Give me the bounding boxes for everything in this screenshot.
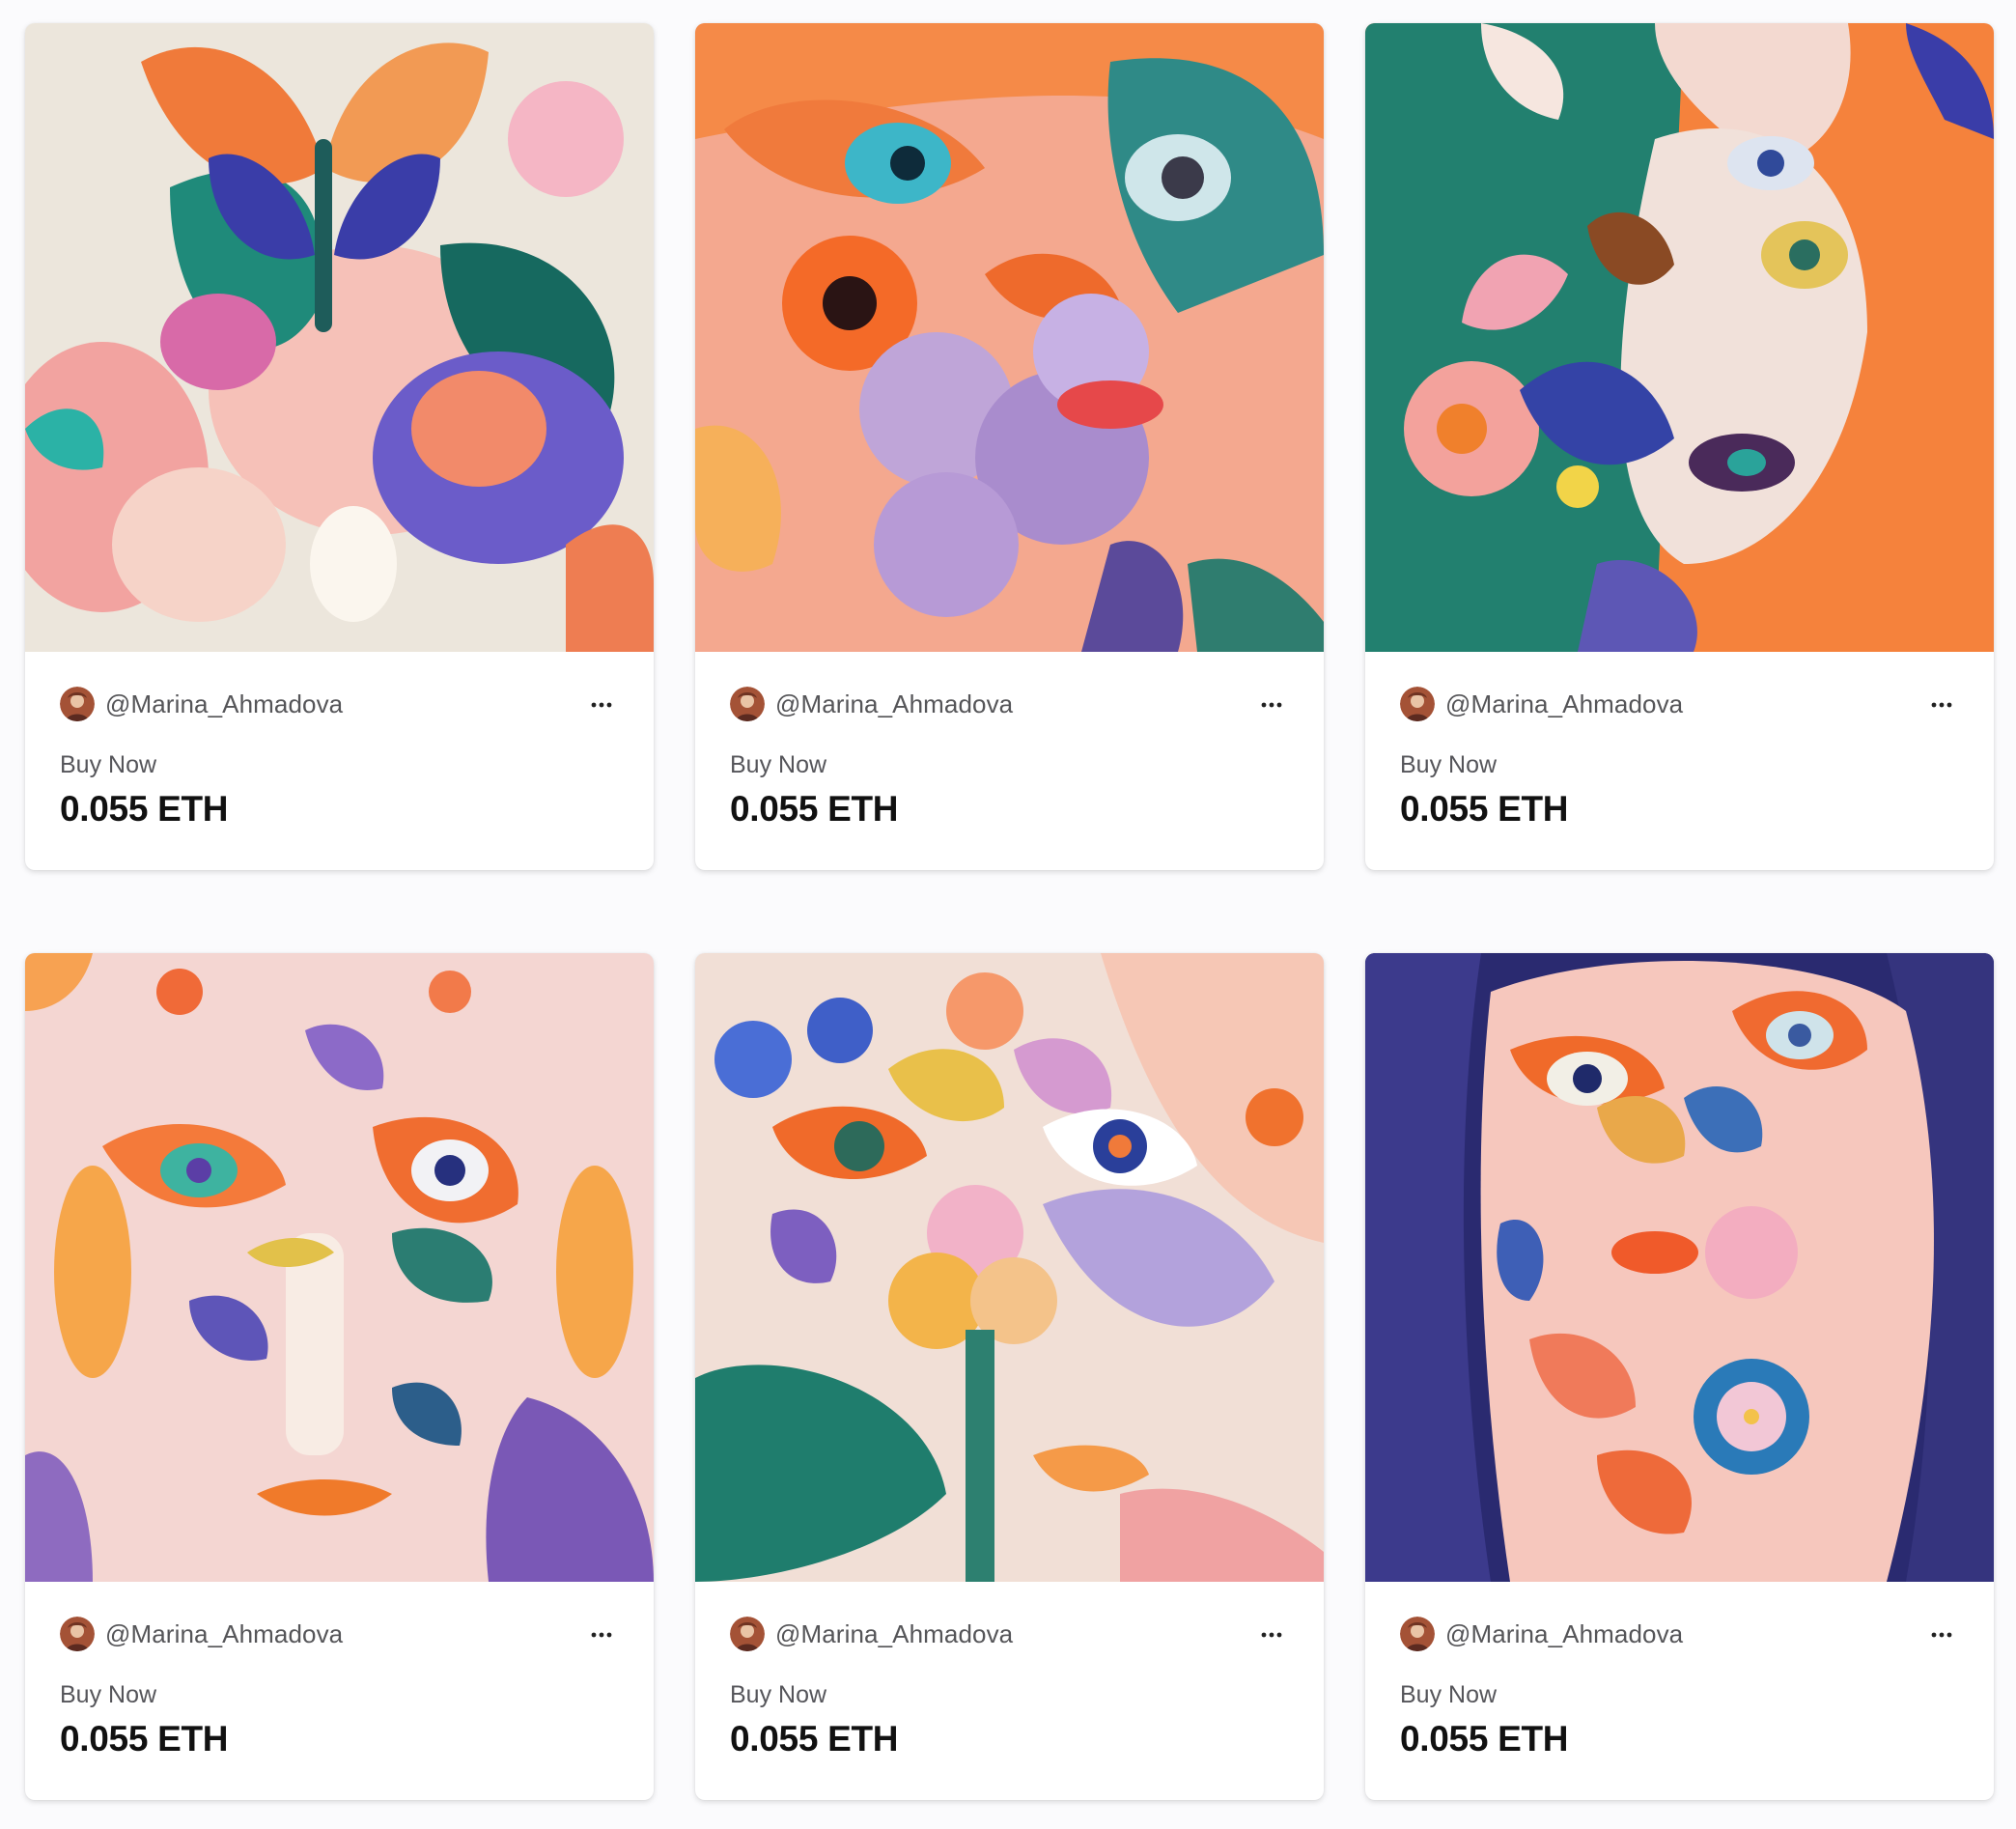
avatar[interactable] xyxy=(60,687,95,721)
creator-username[interactable]: @Marina_Ahmadova xyxy=(1445,1619,1683,1649)
artwork-grid: @Marina_Ahmadova Buy Now 0.055 ETH @Mari… xyxy=(25,23,1995,1800)
creator-link[interactable]: @Marina_Ahmadova xyxy=(60,1617,343,1651)
artwork-painting xyxy=(25,953,654,1582)
sale-type-label: Buy Now xyxy=(1400,1681,1498,1708)
more-options-button[interactable] xyxy=(1254,1620,1289,1649)
card-details: @Marina_Ahmadova Buy Now 0.055 ETH xyxy=(1365,1582,1994,1800)
artwork-card[interactable]: @Marina_Ahmadova Buy Now 0.055 ETH xyxy=(695,953,1324,1800)
creator-link[interactable]: @Marina_Ahmadova xyxy=(1400,687,1683,721)
artwork-painting xyxy=(695,23,1324,652)
artwork-painting xyxy=(25,23,654,652)
sale-type-label: Buy Now xyxy=(60,1681,157,1708)
artwork-card[interactable]: @Marina_Ahmadova Buy Now 0.055 ETH xyxy=(1365,953,1994,1800)
avatar[interactable] xyxy=(1400,1617,1435,1651)
sale-type-label: Buy Now xyxy=(730,1681,827,1708)
more-options-button[interactable] xyxy=(584,690,619,719)
avatar[interactable] xyxy=(730,687,765,721)
artwork-image[interactable] xyxy=(25,23,654,652)
artwork-image[interactable] xyxy=(695,23,1324,652)
sale-type-label: Buy Now xyxy=(1400,751,1498,778)
more-options-button[interactable] xyxy=(1924,690,1959,719)
artwork-painting xyxy=(1365,23,1994,652)
more-horizontal-icon xyxy=(1261,1632,1282,1638)
creator-username[interactable]: @Marina_Ahmadova xyxy=(105,1619,343,1649)
avatar[interactable] xyxy=(60,1617,95,1651)
card-details: @Marina_Ahmadova Buy Now 0.055 ETH xyxy=(695,1582,1324,1800)
artwork-painting xyxy=(695,953,1324,1582)
artwork-painting xyxy=(1365,953,1994,1582)
more-options-button[interactable] xyxy=(1924,1620,1959,1649)
creator-link[interactable]: @Marina_Ahmadova xyxy=(60,687,343,721)
more-horizontal-icon xyxy=(1931,1632,1952,1638)
more-options-button[interactable] xyxy=(1254,690,1289,719)
price-value: 0.055 ETH xyxy=(730,1719,899,1759)
avatar[interactable] xyxy=(1400,687,1435,721)
artwork-image[interactable] xyxy=(695,953,1324,1582)
more-horizontal-icon xyxy=(1261,702,1282,708)
artwork-image[interactable] xyxy=(1365,23,1994,652)
price-value: 0.055 ETH xyxy=(1400,789,1569,829)
avatar[interactable] xyxy=(730,1617,765,1651)
creator-username[interactable]: @Marina_Ahmadova xyxy=(1445,689,1683,719)
more-horizontal-icon xyxy=(591,1632,612,1638)
creator-username[interactable]: @Marina_Ahmadova xyxy=(775,1619,1013,1649)
creator-link[interactable]: @Marina_Ahmadova xyxy=(730,1617,1013,1651)
artwork-card[interactable]: @Marina_Ahmadova Buy Now 0.055 ETH xyxy=(1365,23,1994,870)
more-horizontal-icon xyxy=(591,702,612,708)
artwork-image[interactable] xyxy=(1365,953,1994,1582)
price-value: 0.055 ETH xyxy=(60,789,229,829)
sale-type-label: Buy Now xyxy=(60,751,157,778)
price-value: 0.055 ETH xyxy=(1400,1719,1569,1759)
more-horizontal-icon xyxy=(1931,702,1952,708)
card-details: @Marina_Ahmadova Buy Now 0.055 ETH xyxy=(25,1582,654,1800)
card-details: @Marina_Ahmadova Buy Now 0.055 ETH xyxy=(1365,652,1994,870)
creator-username[interactable]: @Marina_Ahmadova xyxy=(105,689,343,719)
sale-type-label: Buy Now xyxy=(730,751,827,778)
price-value: 0.055 ETH xyxy=(730,789,899,829)
artwork-image[interactable] xyxy=(25,953,654,1582)
creator-link[interactable]: @Marina_Ahmadova xyxy=(730,687,1013,721)
artwork-card[interactable]: @Marina_Ahmadova Buy Now 0.055 ETH xyxy=(695,23,1324,870)
card-details: @Marina_Ahmadova Buy Now 0.055 ETH xyxy=(695,652,1324,870)
creator-link[interactable]: @Marina_Ahmadova xyxy=(1400,1617,1683,1651)
more-options-button[interactable] xyxy=(584,1620,619,1649)
price-value: 0.055 ETH xyxy=(60,1719,229,1759)
artwork-card[interactable]: @Marina_Ahmadova Buy Now 0.055 ETH xyxy=(25,953,654,1800)
artwork-card[interactable]: @Marina_Ahmadova Buy Now 0.055 ETH xyxy=(25,23,654,870)
card-details: @Marina_Ahmadova Buy Now 0.055 ETH xyxy=(25,652,654,870)
creator-username[interactable]: @Marina_Ahmadova xyxy=(775,689,1013,719)
